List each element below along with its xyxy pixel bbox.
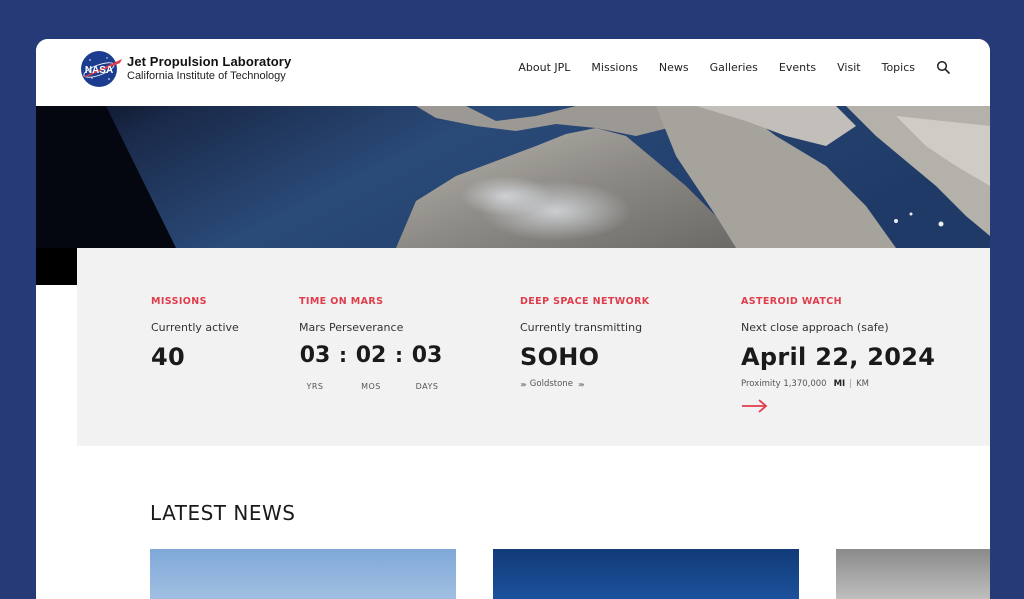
mars-years-unit: YRS <box>306 382 324 391</box>
chevrons-right-icon: ›››› <box>520 379 527 389</box>
nasa-logo-icon[interactable]: NASA <box>80 50 124 88</box>
site-header: NASA Jet Propulsion Laboratory Californi… <box>36 39 990 106</box>
stat-dsn-value: SOHO <box>520 343 600 371</box>
news-card-2[interactable] <box>493 549 799 599</box>
stat-mars-label: TIME ON MARS <box>299 296 384 307</box>
nav-missions[interactable]: Missions <box>591 61 638 74</box>
stat-dsn-desc: Currently transmitting <box>520 321 643 334</box>
nav-topics[interactable]: Topics <box>882 61 915 74</box>
time-separator: : <box>395 343 403 367</box>
nasa-logo-text: NASA <box>85 65 113 76</box>
mars-days-value: 03 <box>411 343 443 368</box>
stat-dsn-label: DEEP SPACE NETWORK <box>520 296 650 307</box>
nav-events[interactable]: Events <box>779 61 816 74</box>
unit-divider: | <box>849 379 853 389</box>
stats-panel: MISSIONS Currently active 40 TIME ON MAR… <box>77 248 990 446</box>
stat-asteroid-label: ASTEROID WATCH <box>741 296 842 307</box>
stat-asteroid-desc: Next close approach (safe) <box>741 321 889 334</box>
nav-news[interactable]: News <box>659 61 689 74</box>
search-icon[interactable] <box>936 60 950 74</box>
chevrons-right-icon: ›››› <box>577 379 585 389</box>
time-separator: : <box>339 343 347 367</box>
dsn-station-name: Goldstone <box>529 379 573 389</box>
stat-mars-desc: Mars Perseverance <box>299 321 404 334</box>
unit-mi-toggle[interactable]: MI <box>834 379 846 389</box>
stat-missions-desc: Currently active <box>151 321 239 334</box>
mars-months-unit: MOS <box>361 382 381 391</box>
site-title: Jet Propulsion Laboratory <box>127 54 292 69</box>
mars-months-value: 02 <box>355 343 387 368</box>
aerial-coastline-image <box>36 106 990 248</box>
dsn-station: ›››› Goldstone ›››› <box>520 379 585 389</box>
mars-time-counter: 03 : 02 : 03 <box>299 343 443 368</box>
arrow-right-icon[interactable] <box>741 398 769 414</box>
unit-km-toggle[interactable]: KM <box>856 379 869 389</box>
brand[interactable]: Jet Propulsion Laboratory California Ins… <box>127 54 291 83</box>
proximity-text: Proximity 1,370,000 <box>741 379 827 389</box>
mars-years-value: 03 <box>299 343 331 368</box>
latest-news-heading: LATEST NEWS <box>150 501 296 525</box>
hero-corner-block <box>36 248 77 285</box>
mars-days-unit: DAYS <box>415 382 439 391</box>
nav-about-jpl[interactable]: About JPL <box>518 61 570 74</box>
stat-missions-value: 40 <box>151 343 185 371</box>
news-card-3[interactable] <box>836 549 990 599</box>
main-nav: About JPL Missions News Galleries Events… <box>518 60 950 74</box>
stat-missions-label: MISSIONS <box>151 296 207 307</box>
stat-asteroid-value: April 22, 2024 <box>741 343 936 371</box>
nav-visit[interactable]: Visit <box>837 61 860 74</box>
news-card-1[interactable] <box>150 549 456 599</box>
browser-window: NASA Jet Propulsion Laboratory Californi… <box>36 39 990 599</box>
hero-image <box>36 106 990 248</box>
site-subtitle: California Institute of Technology <box>127 70 286 82</box>
nav-galleries[interactable]: Galleries <box>710 61 758 74</box>
asteroid-proximity: Proximity 1,370,000 MI | KM <box>741 379 869 389</box>
